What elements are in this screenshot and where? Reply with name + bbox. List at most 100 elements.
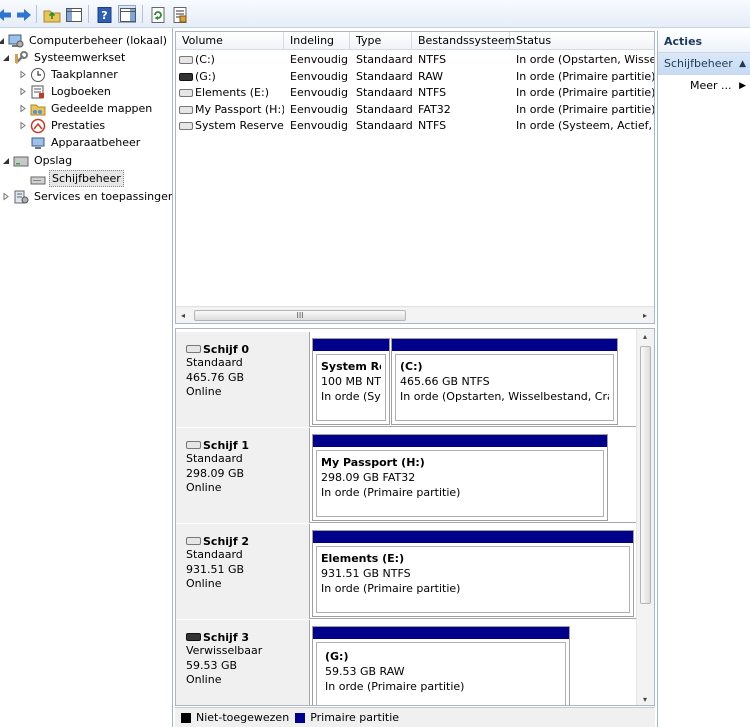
help-icon[interactable]: ? <box>95 5 113 23</box>
disk-info[interactable]: Schijf 2 Standaard 931.51 GB Online <box>176 524 310 619</box>
column-header-status[interactable]: Status <box>510 32 654 50</box>
properties-icon[interactable] <box>170 5 188 23</box>
table-row[interactable]: System Reserved Eenvoudig Standaard NTFS… <box>176 117 654 134</box>
expand-arrow-icon[interactable] <box>18 121 27 130</box>
layout-cell: Eenvoudig <box>290 53 348 66</box>
show-hide-action-pane-icon[interactable] <box>118 5 136 23</box>
disk-name: Schijf 2 <box>203 534 250 548</box>
column-header-layout[interactable]: Indeling <box>284 32 350 50</box>
disk-name: Schijf 0 <box>203 342 250 356</box>
table-row[interactable]: (C:) Eenvoudig Standaard NTFS In orde (O… <box>176 51 654 68</box>
disk-kind: Standaard <box>186 548 243 561</box>
partition-size: 59.53 GB RAW <box>325 665 405 678</box>
disk-management-icon <box>30 171 46 187</box>
expand-arrow-icon[interactable] <box>18 70 27 79</box>
shared-folder-icon <box>30 101 46 117</box>
disk-kind: Standaard <box>186 356 243 369</box>
refresh-icon[interactable] <box>148 5 166 23</box>
collapse-arrow-icon[interactable] <box>1 53 10 62</box>
disk-row[interactable]: Schijf 3 Verwisselbaar 59.53 GB Online (… <box>176 620 636 705</box>
console-tree: Computerbeheer (lokaal) Systeemwerkset T… <box>0 28 173 727</box>
type-cell: Standaard <box>356 53 412 66</box>
vertical-scrollbar[interactable]: ▴ ▾ <box>636 329 654 705</box>
tree-item-device-manager[interactable]: Apparaatbeheer <box>30 134 142 151</box>
expand-arrow-icon[interactable] <box>18 87 27 96</box>
partition-size: 465.66 GB NTFS <box>400 375 490 388</box>
disk-size: 931.51 GB <box>186 562 245 576</box>
clock-icon <box>30 67 46 83</box>
type-cell: Standaard <box>356 69 412 83</box>
tree-label: Schijfbeheer <box>49 170 124 187</box>
expand-arrow-icon[interactable] <box>18 104 27 113</box>
drive-icon <box>179 56 193 64</box>
volume-name: System Reserved <box>195 119 284 132</box>
status-cell: In orde (Primaire partitie) <box>516 102 655 116</box>
tree-item-shared-folders[interactable]: Gedeelde mappen <box>18 100 154 117</box>
actions-section-label: Schijfbeheer <box>664 57 733 70</box>
partition[interactable]: System Rese 100 MB NTFS In orde (Syst <box>312 338 390 425</box>
scroll-left-arrow-icon[interactable]: ◂ <box>178 310 188 321</box>
disk-title: Schijf 0 <box>186 342 309 356</box>
table-row[interactable]: Elements (E:) Eenvoudig Standaard NTFS I… <box>176 84 654 101</box>
horizontal-scrollbar[interactable]: ◂ III ▸ <box>176 306 654 323</box>
actions-section-disk-management[interactable]: Schijfbeheer ▲ <box>658 53 750 75</box>
disk-info[interactable]: Schijf 0 Standaard 465.76 GB Online <box>176 332 310 427</box>
status-cell: In orde (Primaire partitie) <box>516 86 655 99</box>
tree-item-event-viewer[interactable]: Logboeken <box>18 83 113 100</box>
forward-arrow-icon[interactable] <box>14 5 32 23</box>
disk-row[interactable]: Schijf 2 Standaard 931.51 GB Online Elem… <box>176 524 636 619</box>
tree-label: Computerbeheer (lokaal) <box>29 34 168 47</box>
tree-item-computer-management[interactable]: Computerbeheer (lokaal) <box>0 32 169 49</box>
removable-drive-icon <box>179 72 193 81</box>
disk-row[interactable]: Schijf 1 Standaard 298.09 GB Online My P… <box>176 428 636 523</box>
toolbar-separator <box>88 5 89 23</box>
table-row[interactable]: (G:) Eenvoudig Standaard RAW In orde (Pr… <box>176 68 654 85</box>
partition-status: In orde (Primaire partitie) <box>321 582 461 595</box>
disk-row[interactable]: Schijf 0 Standaard 465.76 GB Online Syst… <box>176 332 636 427</box>
column-header-type[interactable]: Type <box>350 32 412 50</box>
expand-arrow-icon[interactable] <box>1 192 10 201</box>
partition-name: Elements (E:) <box>321 552 405 565</box>
tree-label: Gedeelde mappen <box>51 102 153 115</box>
collapse-arrow-icon[interactable] <box>1 156 10 165</box>
partition-size: 100 MB NTFS <box>321 375 381 388</box>
more-actions-item[interactable]: Meer ... ▶ <box>658 75 750 97</box>
partition-size: 931.51 GB NTFS <box>321 567 411 580</box>
scroll-right-arrow-icon[interactable]: ▸ <box>640 310 650 321</box>
partition-name: My Passport (H:) <box>321 456 425 469</box>
scrollbar-thumb[interactable] <box>640 346 651 604</box>
scrollbar-thumb[interactable]: III <box>194 310 406 321</box>
removable-disk-icon <box>186 633 201 641</box>
tree-item-storage[interactable]: Opslag <box>1 152 74 169</box>
column-header-volume[interactable]: Volume <box>176 32 284 50</box>
scroll-up-arrow-icon[interactable]: ▴ <box>640 331 650 342</box>
collapse-up-icon[interactable]: ▲ <box>739 53 746 75</box>
disk-info[interactable]: Schijf 1 Standaard 298.09 GB Online <box>176 428 310 523</box>
tree-item-services-applications[interactable]: Services en toepassingen <box>1 188 172 205</box>
actions-title: Acties <box>658 31 750 53</box>
show-hide-console-tree-icon[interactable] <box>64 5 82 23</box>
partition[interactable]: (G:) 59.53 GB RAW In orde (Primaire part… <box>312 626 570 705</box>
scroll-down-arrow-icon[interactable]: ▾ <box>640 694 650 705</box>
up-folder-icon[interactable] <box>42 5 61 23</box>
tree-label: Logboeken <box>51 85 111 98</box>
hard-disk-icon <box>186 537 201 545</box>
table-row[interactable]: My Passport (H:) Eenvoudig Standaard FAT… <box>176 101 654 118</box>
primary-partition-bar <box>313 339 389 351</box>
disk-kind: Standaard <box>186 452 243 465</box>
tree-item-task-scheduler[interactable]: Taakplanner <box>18 66 120 83</box>
volume-name: (G:) <box>195 69 216 83</box>
partition[interactable]: Elements (E:) 931.51 GB NTFS In orde (Pr… <box>312 530 634 617</box>
back-arrow-icon[interactable] <box>0 5 12 23</box>
device-manager-icon <box>30 135 46 151</box>
tree-item-system-tools[interactable]: Systeemwerkset <box>1 49 127 66</box>
collapse-arrow-icon[interactable] <box>0 36 5 45</box>
partition[interactable]: My Passport (H:) 298.09 GB FAT32 In orde… <box>312 434 608 521</box>
tree-item-disk-management[interactable]: Schijfbeheer <box>30 170 124 187</box>
tree-item-performance[interactable]: Prestaties <box>18 117 107 134</box>
disk-info[interactable]: Schijf 3 Verwisselbaar 59.53 GB Online <box>176 620 310 705</box>
volume-list-header: Volume Indeling Type Bestandssysteem Sta… <box>176 32 654 50</box>
column-header-filesystem[interactable]: Bestandssysteem <box>412 32 515 50</box>
layout-cell: Eenvoudig <box>290 119 348 132</box>
partition[interactable]: (C:) 465.66 GB NTFS In orde (Opstarten, … <box>391 338 618 425</box>
